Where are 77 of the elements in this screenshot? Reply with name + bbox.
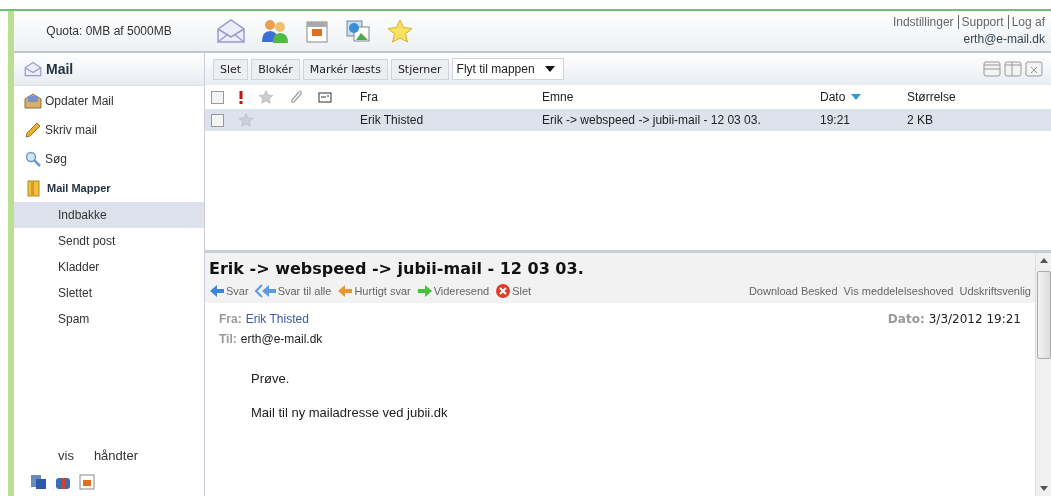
header-link[interactable]: Log af [1007,15,1045,29]
recipient-text: erth@e-mail.dk [240,332,323,346]
folder-item[interactable]: Kladder [14,254,204,280]
table-cell-text: Erik -> webspeed -> jubii-mail - 12 03 03. [542,113,762,127]
from-label: Fra: [219,312,242,326]
sidebar-link[interactable]: vis [58,447,74,463]
header-link[interactable]: Indstillinger [892,15,954,29]
select-all-checkbox[interactable] [211,90,224,104]
column-header[interactable]: Emne [542,90,820,104]
double-arrow-left-icon [254,284,277,298]
message-action[interactable]: Hurtigt svar [337,284,411,298]
folder-item[interactable]: Sendt post [14,228,204,254]
contacts-icon[interactable] [30,474,48,490]
arrow-left-icon [209,284,225,298]
column-header[interactable]: Størrelse [907,90,997,104]
search-icon [24,150,42,167]
column-header[interactable]: Dato [820,90,907,104]
table-cell-text: 19:21 [820,113,852,127]
quota-text: Quota: 0MB af 5000MB [45,24,173,38]
row-checkbox[interactable] [211,113,224,127]
toolbar-button[interactable]: Blokér [251,58,300,80]
message-action[interactable]: Svar til alle [254,284,332,298]
folder-item[interactable]: Spam [14,306,204,332]
message-paragraph: Mail til ny mailadresse ved jubii.dk [251,405,449,420]
star-icon[interactable] [238,112,254,128]
toolbar-button[interactable]: Markér læsts [302,58,388,80]
folder-item[interactable]: Indbakke [14,202,204,228]
arrow-right-icon [416,284,433,298]
envelope-icon [24,61,42,77]
folders-title: Mail Mapper [47,181,111,194]
sidebar-link[interactable]: håndter [93,447,138,463]
star-icon [258,89,274,105]
delete-icon [495,283,512,299]
to-label: Til: [219,332,237,346]
scrollbar[interactable] [1035,253,1051,496]
table-cell-text: Erik Thisted [360,113,425,127]
date-label: Dato: [887,312,925,326]
message-row[interactable]: Erik Thisted Erik -> webspeed -> jubii-mail - 12 03 03. 19:21 2 KB [205,109,1051,131]
scrollbar-thumb[interactable] [1036,271,1051,359]
scroll-up-icon[interactable] [1039,257,1048,263]
sidebar-item[interactable]: Opdater Mail [14,86,204,115]
message-link[interactable]: Download Besked [748,285,838,297]
sidebar-item[interactable]: Søg [14,144,204,173]
pencil-icon [24,121,42,138]
split-horizontal-icon[interactable] [983,61,1001,77]
close-preview-icon[interactable] [1025,61,1043,77]
table-cell-text: 2 KB [907,113,934,127]
toolbar-button[interactable]: Slet [213,58,249,80]
toolbar-button[interactable]: Stjerner [390,58,449,80]
mail-icon [24,92,42,109]
message-link[interactable]: Vis meddelelseshoved [843,285,954,297]
arrow-left-icon [337,284,354,298]
priority-icon [238,90,244,104]
sender-link[interactable]: Erik Thisted [245,312,309,326]
folder-item[interactable]: Slettet [14,280,204,306]
message-paragraph: Prøve. [251,371,291,386]
column-header[interactable]: Fra [360,90,542,104]
sidebar-title: Mail [46,61,74,77]
message-action[interactable]: Videresend [416,284,490,298]
caret-icon [544,66,555,72]
envelope-icon[interactable] [216,18,246,44]
message-action[interactable]: Svar [209,284,249,298]
paperclip-icon [288,89,304,105]
star-icon[interactable] [386,18,414,44]
move-dropdown[interactable]: Flyt til mappen [451,58,564,80]
image-icon[interactable] [344,18,372,44]
message-title: Erik -> webspeed -> jubii-mail - 12 03 03. [209,259,585,278]
message-action[interactable]: Slet [495,283,532,299]
user-email: erth@e-mail.dk [962,32,1045,46]
date-value: 3/3/2012 19:21 [928,312,1021,326]
message-link[interactable]: Udskriftsvenlig [959,285,1031,297]
split-vertical-icon[interactable] [1004,61,1022,77]
sidebar-item[interactable]: Skriv mail [14,115,204,144]
people-icon[interactable] [260,18,290,44]
card-icon [318,91,332,103]
header-link[interactable]: Support [957,15,1004,29]
scroll-down-icon[interactable] [1039,486,1048,492]
